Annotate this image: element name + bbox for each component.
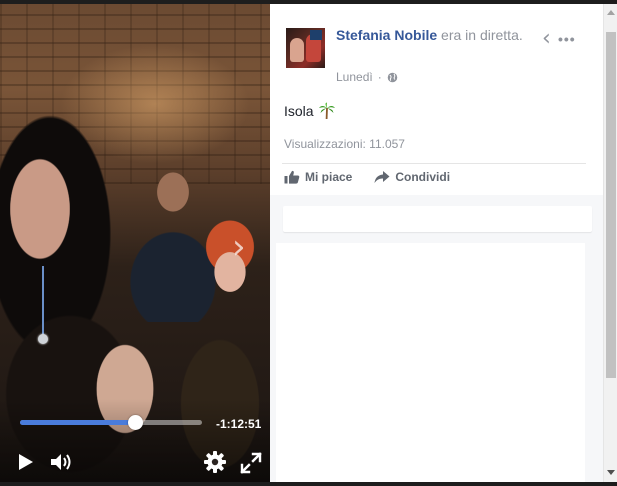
thumbs-up-icon xyxy=(284,170,300,184)
gear-icon[interactable] xyxy=(203,450,227,474)
avatar[interactable] xyxy=(286,28,325,68)
post-text: Isola xyxy=(284,103,314,119)
chevron-right-icon[interactable]: › xyxy=(232,230,256,266)
like-button[interactable]: Mi piace xyxy=(284,170,352,184)
post-panel: Stefania Nobile era in diretta. Lunedì ·… xyxy=(270,4,603,482)
post-date[interactable]: Lunedì xyxy=(336,70,373,84)
more-options-icon[interactable]: ••• xyxy=(558,31,582,47)
post-actions: Mi piace Condividi xyxy=(284,170,450,184)
fullscreen-icon[interactable] xyxy=(240,452,262,474)
post-message: Isola xyxy=(284,102,336,120)
bottom-border xyxy=(0,482,617,486)
comment-input[interactable] xyxy=(283,206,592,232)
foreground-woman-face xyxy=(0,134,90,284)
like-label: Mi piace xyxy=(305,170,353,184)
author-line: Stefania Nobile era in diretta. xyxy=(336,26,546,45)
divider xyxy=(282,163,586,164)
earring-chain xyxy=(42,266,44,336)
vertical-scrollbar[interactable] xyxy=(603,4,617,482)
views-count: Visualizzazioni: 11.057 xyxy=(284,137,405,151)
chevron-left-icon[interactable]: ‹ xyxy=(542,28,556,50)
avatar-figure-left xyxy=(290,38,304,62)
controls-overlay xyxy=(0,399,270,482)
globe-icon[interactable] xyxy=(387,72,398,83)
scroll-up-arrow-icon[interactable] xyxy=(607,10,615,15)
progress-bar[interactable] xyxy=(20,415,202,430)
progress-handle[interactable] xyxy=(127,415,143,430)
post-header: Stefania Nobile era in diretta. Lunedì ·… xyxy=(270,4,603,194)
avatar-sign xyxy=(310,30,322,40)
palm-tree-icon xyxy=(318,102,335,120)
share-label: Condividi xyxy=(395,170,451,184)
earring xyxy=(38,334,48,344)
scroll-thumb[interactable] xyxy=(606,32,616,378)
post-meta: Lunedì · xyxy=(336,70,398,84)
meta-separator: · xyxy=(377,70,382,84)
time-remaining: -1:12:51 xyxy=(216,417,262,431)
live-video-player[interactable]: › -1:12:51 xyxy=(0,4,270,482)
volume-icon[interactable] xyxy=(50,452,74,472)
live-status-text: era in diretta. xyxy=(441,27,523,43)
comments-list xyxy=(276,243,585,482)
share-button[interactable]: Condividi xyxy=(374,170,450,184)
author-name[interactable]: Stefania Nobile xyxy=(336,27,437,43)
scroll-down-arrow-icon[interactable] xyxy=(607,470,615,475)
comments-section xyxy=(270,195,603,482)
play-icon[interactable] xyxy=(17,453,35,471)
progress-fill xyxy=(20,420,135,425)
share-icon xyxy=(374,171,390,183)
